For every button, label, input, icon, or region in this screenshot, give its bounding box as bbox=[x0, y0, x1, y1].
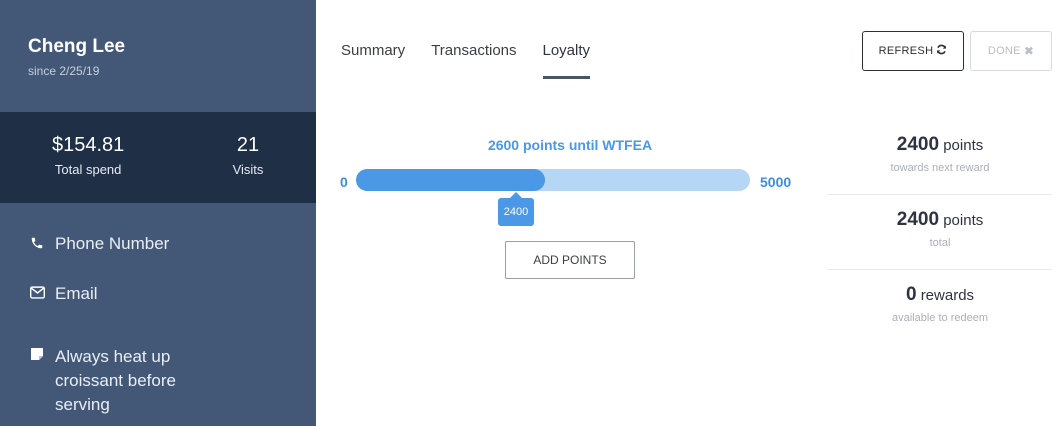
total-points-unit: points bbox=[943, 212, 984, 229]
summary-total: 2400 points total bbox=[828, 195, 1052, 270]
phone-icon bbox=[28, 234, 46, 250]
stat-visits: 21 Visits bbox=[218, 134, 278, 177]
stat-total-spend: $154.81 Total spend bbox=[52, 134, 124, 177]
customer-header: Cheng Lee since 2/25/19 bbox=[28, 36, 125, 78]
summary-rewards-main: 0 rewards bbox=[828, 284, 1052, 306]
rewards-number: 0 bbox=[905, 284, 917, 305]
phone-label: Phone Number bbox=[55, 234, 170, 253]
close-icon: ✖ bbox=[1023, 44, 1035, 58]
tab-transactions-label: Transactions bbox=[431, 42, 517, 59]
envelope-icon bbox=[28, 284, 46, 299]
contact-email[interactable]: Email bbox=[28, 284, 98, 304]
progress-min-label: 0 bbox=[340, 174, 348, 190]
tab-summary-label: Summary bbox=[341, 42, 406, 59]
summary-total-main: 2400 points bbox=[828, 209, 1052, 231]
summary-next-reward-main: 2400 points bbox=[828, 134, 1052, 156]
note-text: Always heat up croissant before serving bbox=[55, 347, 176, 414]
rewards-caption: available to redeem bbox=[891, 312, 988, 324]
next-reward-caption: towards next reward bbox=[890, 162, 990, 174]
points-summary: 2400 points towards next reward 2400 poi… bbox=[828, 120, 1052, 345]
refresh-label: REFRESH bbox=[878, 45, 934, 57]
summary-next-reward: 2400 points towards next reward bbox=[828, 120, 1052, 195]
points-progress-fill bbox=[356, 169, 545, 191]
add-points-button[interactable]: ADD POINTS bbox=[505, 241, 635, 279]
tab-summary[interactable]: Summary bbox=[341, 42, 405, 79]
profile-tabs: Summary Transactions Loyalty bbox=[341, 42, 616, 79]
reward-goal-text: 2600 points until WTFEA bbox=[487, 137, 653, 153]
tab-transactions[interactable]: Transactions bbox=[431, 42, 516, 79]
customer-stats: $154.81 Total spend 21 Visits bbox=[0, 112, 316, 203]
contact-phone[interactable]: Phone Number bbox=[28, 234, 169, 254]
refresh-button[interactable]: REFRESH bbox=[862, 31, 964, 71]
total-points-number: 2400 bbox=[896, 209, 940, 230]
current-points-tooltip: 2400 bbox=[498, 192, 534, 226]
visits-value: 21 bbox=[236, 134, 260, 156]
customer-since: since 2/25/19 bbox=[28, 64, 100, 78]
tab-loyalty-label: Loyalty bbox=[542, 42, 591, 59]
note-icon bbox=[28, 345, 46, 361]
total-points-caption: total bbox=[929, 237, 951, 249]
active-tab-indicator bbox=[542, 76, 591, 79]
progress-max-label: 5000 bbox=[760, 174, 792, 190]
customer-name: Cheng Lee bbox=[28, 36, 126, 57]
next-reward-unit: points bbox=[943, 137, 984, 154]
summary-rewards: 0 rewards available to redeem bbox=[828, 270, 1052, 345]
total-spend-value: $154.81 bbox=[52, 134, 125, 156]
email-label: Email bbox=[55, 284, 98, 303]
rewards-unit: rewards bbox=[920, 287, 975, 304]
tab-loyalty[interactable]: Loyalty bbox=[542, 42, 591, 79]
total-spend-label: Total spend bbox=[54, 162, 122, 177]
visits-label: Visits bbox=[232, 162, 264, 177]
points-progress-bar bbox=[356, 169, 750, 191]
refresh-icon bbox=[936, 44, 947, 58]
done-label: DONE bbox=[987, 45, 1021, 57]
customer-note[interactable]: Always heat up croissant before serving bbox=[28, 345, 208, 417]
done-button[interactable]: DONE ✖ bbox=[970, 31, 1052, 71]
customer-sidebar: Cheng Lee since 2/25/19 $154.81 Total sp… bbox=[0, 0, 316, 426]
next-reward-number: 2400 bbox=[896, 134, 940, 155]
